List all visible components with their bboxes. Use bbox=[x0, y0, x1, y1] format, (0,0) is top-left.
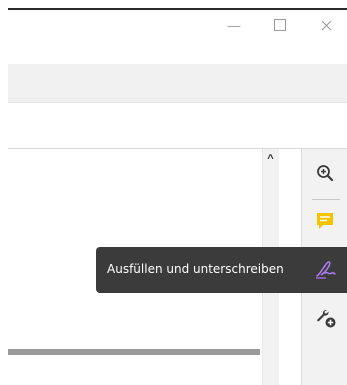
fill-and-sign-icon bbox=[316, 261, 336, 279]
zoom-in-icon bbox=[317, 165, 334, 182]
comment-button[interactable] bbox=[313, 209, 337, 233]
title-bar bbox=[0, 0, 347, 42]
tooltip: Ausfüllen und unterschreiben bbox=[96, 247, 347, 293]
menu-area bbox=[0, 42, 347, 64]
maximize-button[interactable] bbox=[270, 16, 290, 34]
horizontal-scrollbar[interactable] bbox=[8, 349, 260, 355]
minimize-button[interactable]: — bbox=[224, 16, 244, 34]
fill-and-sign-hover-icon-wrap[interactable] bbox=[311, 257, 339, 283]
wrench-add-icon bbox=[317, 309, 336, 328]
scroll-up-button[interactable]: ^ bbox=[262, 149, 279, 169]
tools-divider bbox=[312, 199, 340, 200]
minimize-icon: — bbox=[227, 17, 241, 33]
title-divider bbox=[8, 8, 347, 10]
secondary-toolbar bbox=[8, 103, 347, 149]
more-tools-button[interactable] bbox=[313, 305, 339, 331]
zoom-in-button[interactable] bbox=[313, 162, 337, 184]
comment-icon bbox=[317, 213, 333, 229]
close-button[interactable] bbox=[316, 16, 336, 34]
close-icon bbox=[321, 20, 331, 30]
maximize-icon bbox=[274, 19, 286, 31]
chevron-up-icon: ^ bbox=[267, 153, 274, 165]
tooltip-text: Ausfüllen und unterschreiben bbox=[107, 262, 284, 276]
main-toolbar bbox=[8, 64, 347, 103]
